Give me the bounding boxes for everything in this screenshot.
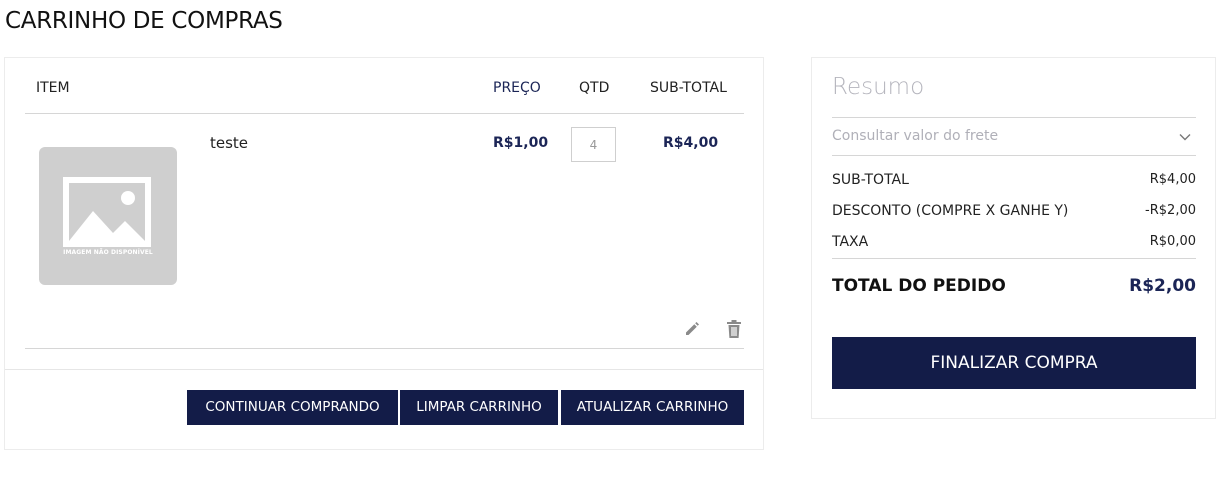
summary-discount-value: -R$2,00 (1145, 203, 1196, 218)
summary-tax-label: TAXA (832, 234, 869, 250)
summary-title: Resumo (832, 74, 925, 100)
shipping-estimate-toggle[interactable]: Consultar valor do frete (832, 117, 1196, 156)
summary-discount-line: DESCONTO (COMPRE X GANHE Y) -R$2,00 (832, 203, 1196, 219)
header-qty: QTD (579, 80, 610, 96)
summary-subtotal-label: SUB-TOTAL (832, 172, 909, 188)
checkout-button[interactable]: FINALIZAR COMPRA (832, 337, 1196, 389)
image-placeholder-icon (63, 177, 151, 247)
order-total-line: TOTAL DO PEDIDO R$2,00 (832, 276, 1196, 296)
product-image-placeholder[interactable]: IMAGEM NÃO DISPONÍVEL (39, 147, 177, 285)
cart-table-header: ITEM PREÇO QTD SUB-TOTAL (25, 58, 744, 114)
cart-item-row: IMAGEM NÃO DISPONÍVEL teste R$1,00 R$4,0… (25, 114, 744, 349)
summary-subtotal-value: R$4,00 (1149, 172, 1196, 187)
header-item: ITEM (36, 80, 70, 96)
summary-divider (832, 258, 1196, 259)
product-name-link[interactable]: teste (210, 134, 248, 152)
cart-panel: ITEM PREÇO QTD SUB-TOTAL IMAGEM NÃO DISP… (4, 57, 764, 450)
continue-shopping-button[interactable]: CONTINUAR COMPRANDO (187, 390, 398, 425)
summary-tax-line: TAXA R$0,00 (832, 234, 1196, 250)
order-summary: Resumo Consultar valor do frete SUB-TOTA… (811, 57, 1216, 419)
clear-cart-button[interactable]: LIMPAR CARRINHO (400, 390, 558, 425)
product-price: R$1,00 (493, 135, 549, 151)
image-caption: IMAGEM NÃO DISPONÍVEL (63, 249, 153, 256)
header-subtotal: SUB-TOTAL (650, 80, 727, 96)
summary-tax-value: R$0,00 (1149, 234, 1196, 249)
pencil-icon[interactable] (683, 319, 703, 339)
shipping-label: Consultar valor do frete (832, 128, 999, 144)
trash-icon[interactable] (725, 319, 745, 339)
page-title: CARRINHO DE COMPRAS (5, 8, 283, 34)
summary-discount-label: DESCONTO (COMPRE X GANHE Y) (832, 203, 1069, 219)
product-subtotal: R$4,00 (663, 135, 719, 151)
summary-subtotal-line: SUB-TOTAL R$4,00 (832, 172, 1196, 188)
header-price: PREÇO (493, 80, 541, 96)
order-total-value: R$2,00 (1129, 276, 1196, 296)
chevron-down-icon (1179, 134, 1191, 141)
quantity-input[interactable] (571, 127, 616, 162)
update-cart-button[interactable]: ATUALIZAR CARRINHO (561, 390, 744, 425)
order-total-label: TOTAL DO PEDIDO (832, 276, 1006, 296)
cart-actions: CONTINUAR COMPRANDO LIMPAR CARRINHO ATUA… (5, 369, 763, 449)
